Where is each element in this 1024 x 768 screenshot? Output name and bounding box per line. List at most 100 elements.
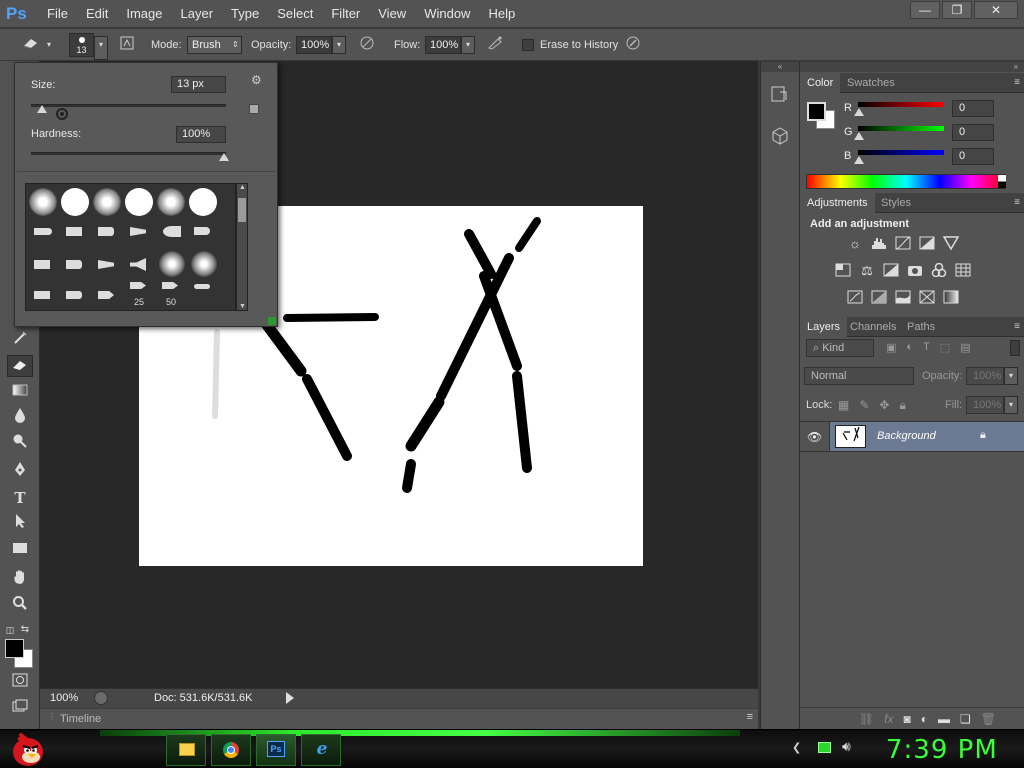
path-selection-tool-icon[interactable] <box>7 513 33 535</box>
swap-colors-icon[interactable]: ⇆ <box>18 619 32 641</box>
lock-pixels-icon[interactable]: ✎ <box>859 398 869 413</box>
lock-all-icon[interactable]: 🔒︎ <box>899 398 905 413</box>
bristle-brush[interactable] <box>194 227 210 235</box>
layer-visibility-cell[interactable]: 👁︎ <box>800 422 830 451</box>
panels-collapse-icon[interactable]: » <box>800 62 1024 72</box>
soft-round-brush[interactable] <box>29 188 57 216</box>
taskbar-explorer-button[interactable] <box>166 734 206 766</box>
tab-paths[interactable]: Paths <box>900 317 942 337</box>
hard-round-brush[interactable] <box>125 188 153 216</box>
channel-mixer-icon[interactable] <box>930 262 948 279</box>
hue-saturation-icon[interactable] <box>834 263 852 279</box>
brush-settings-gear-icon[interactable]: ⚙ <box>251 73 262 87</box>
color-panel-menu-icon[interactable]: ≡ <box>1014 77 1020 88</box>
layer-filter-toggle[interactable] <box>1010 340 1020 356</box>
menu-edit[interactable]: Edit <box>77 0 117 28</box>
history-brush-tool-icon[interactable] <box>7 330 33 352</box>
tab-swatches[interactable]: Swatches <box>840 73 902 93</box>
menu-view[interactable]: View <box>369 0 415 28</box>
menu-layer[interactable]: Layer <box>172 0 223 28</box>
vibrance-icon[interactable] <box>942 236 960 252</box>
color-lookup-icon[interactable] <box>954 263 972 279</box>
screen-mode-icon[interactable] <box>7 697 33 719</box>
tab-adjustments[interactable]: Adjustments <box>800 193 875 213</box>
eraser-preset-icon[interactable] <box>20 35 42 55</box>
properties-panel-icon[interactable] <box>770 126 792 148</box>
bristle-brush[interactable] <box>98 291 114 299</box>
link-layers-icon[interactable]: ⛓ <box>859 712 874 729</box>
blur-tool-icon[interactable] <box>7 407 33 429</box>
hard-round-brush[interactable] <box>61 188 89 216</box>
foreground-color-swatch[interactable] <box>5 639 24 658</box>
fill-dropdown-icon[interactable]: ▾ <box>1004 396 1018 414</box>
red-value-input[interactable]: 0 <box>952 100 994 117</box>
timeline-tab[interactable]: Timeline <box>60 713 101 725</box>
layer-opacity-input[interactable]: 100% <box>966 367 1004 385</box>
dodge-tool-icon[interactable] <box>7 433 33 455</box>
tab-styles[interactable]: Styles <box>874 193 918 213</box>
blue-channel-slider[interactable] <box>858 150 944 155</box>
hardness-input[interactable]: 100% <box>176 126 226 143</box>
bristle-brush[interactable] <box>66 227 82 236</box>
color-spectrum-ramp[interactable] <box>806 174 1006 189</box>
eraser-tool-icon[interactable] <box>7 355 33 377</box>
curves-icon[interactable] <box>894 236 912 252</box>
layer-filter-kind-select[interactable]: ⌕ Kind <box>806 339 874 357</box>
green-value-input[interactable]: 0 <box>952 124 994 141</box>
selective-color-icon[interactable] <box>918 290 936 306</box>
menu-filter[interactable]: Filter <box>322 0 369 28</box>
menu-help[interactable]: Help <box>479 0 524 28</box>
taskbar-photoshop-button[interactable]: Ps <box>256 734 296 766</box>
menu-image[interactable]: Image <box>117 0 171 28</box>
green-channel-slider[interactable] <box>858 126 944 131</box>
levels-icon[interactable] <box>870 236 888 252</box>
scroll-down-arrow-icon[interactable]: ▼ <box>238 303 247 310</box>
menu-type[interactable]: Type <box>222 0 268 28</box>
quick-mask-icon[interactable] <box>7 671 33 693</box>
lock-position-icon[interactable]: ✥ <box>879 398 889 413</box>
flow-input[interactable]: 100% <box>425 36 461 54</box>
new-layer-icon[interactable]: ❏ <box>960 712 971 729</box>
system-clock[interactable]: 7:39 PM <box>886 735 998 765</box>
restore-button[interactable]: ❐ <box>942 1 972 19</box>
filter-type-icon[interactable]: T <box>923 341 930 355</box>
new-group-icon[interactable]: ▬ <box>938 712 950 729</box>
start-button-angry-bird-icon[interactable] <box>6 730 46 768</box>
menu-select[interactable]: Select <box>268 0 322 28</box>
color-balance-icon[interactable]: ⚖ <box>858 263 876 279</box>
brightness-contrast-icon[interactable]: ☼ <box>846 236 864 252</box>
layers-panel-menu-icon[interactable]: ≡ <box>1014 321 1020 332</box>
exposure-icon[interactable] <box>918 236 936 252</box>
bristle-brush[interactable] <box>130 258 146 271</box>
bristle-brush[interactable] <box>34 291 50 299</box>
layer-row-background[interactable]: 👁︎ Background 🔒︎ <box>800 421 1024 452</box>
tray-expand-icon[interactable]: ❮ <box>792 741 801 754</box>
bristle-brush[interactable] <box>194 284 210 289</box>
brush-presets-grid[interactable]: 25 50 <box>25 183 236 311</box>
black-white-icon[interactable] <box>882 263 900 279</box>
airbrush-icon[interactable] <box>484 35 506 55</box>
bristle-brush[interactable] <box>130 227 146 236</box>
layer-style-fx-icon[interactable]: fx <box>884 712 893 729</box>
menu-window[interactable]: Window <box>415 0 479 28</box>
timeline-menu-icon[interactable]: ≡ <box>747 711 753 723</box>
soft-round-brush[interactable] <box>93 188 121 216</box>
flow-dropdown-icon[interactable]: ▾ <box>461 36 475 54</box>
adjustments-panel-menu-icon[interactable]: ≡ <box>1014 197 1020 208</box>
bristle-brush[interactable] <box>98 260 114 269</box>
gradient-map-icon[interactable] <box>942 290 960 306</box>
blue-value-input[interactable]: 0 <box>952 148 994 165</box>
lock-transparency-icon[interactable]: ▦ <box>838 398 849 413</box>
pen-tool-icon[interactable] <box>7 461 33 483</box>
gradient-tool-icon[interactable] <box>7 381 33 403</box>
tab-color[interactable]: Color <box>800 73 841 93</box>
red-slider-thumb[interactable] <box>854 108 864 116</box>
zoom-tool-icon[interactable] <box>7 595 33 617</box>
blue-slider-thumb[interactable] <box>854 156 864 164</box>
bristle-brush[interactable] <box>162 282 178 289</box>
opacity-dropdown-icon[interactable]: ▾ <box>332 36 346 54</box>
threshold-icon[interactable] <box>894 290 912 306</box>
opacity-input[interactable]: 100% <box>296 36 332 54</box>
history-panel-icon[interactable] <box>770 84 792 106</box>
minimize-button[interactable]: — <box>910 1 940 19</box>
